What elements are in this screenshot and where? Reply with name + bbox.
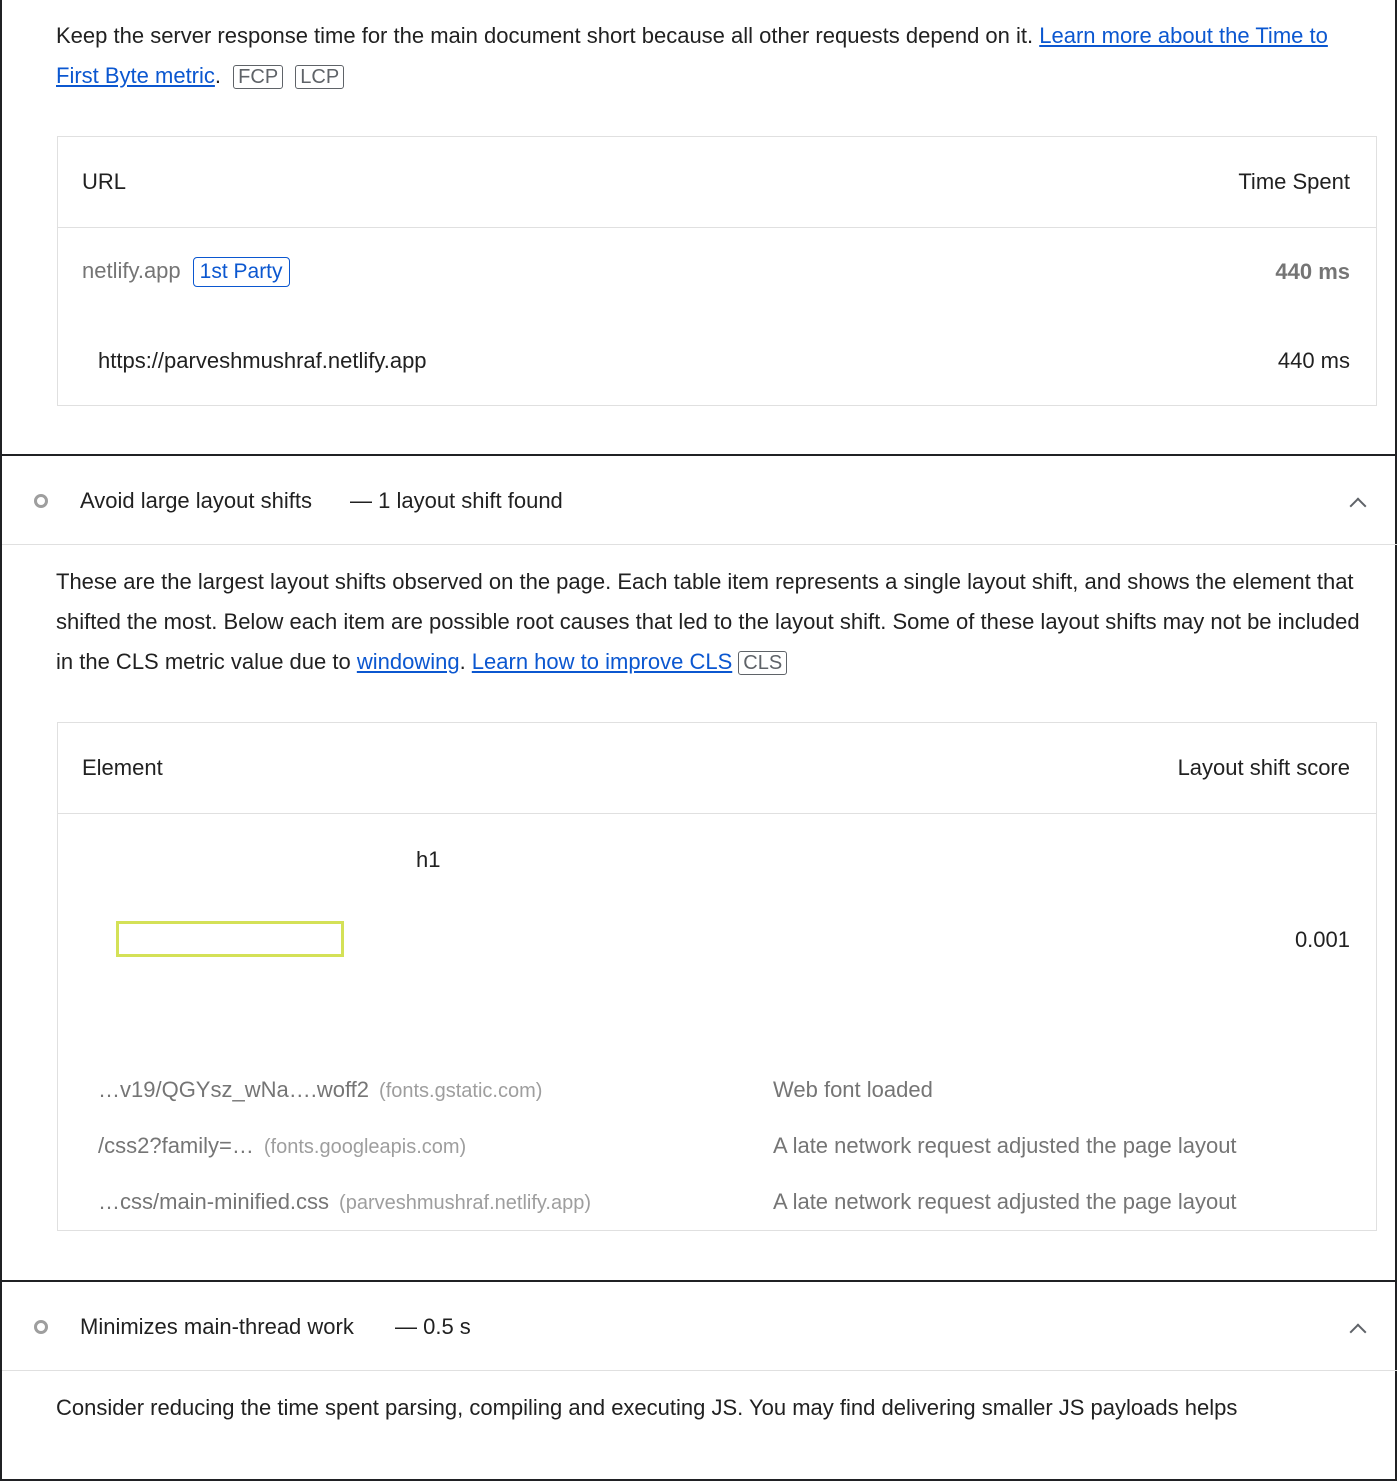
- element-column-header: Element: [82, 755, 163, 780]
- element-node-label: h1: [416, 847, 441, 872]
- cls-header-divider: [2, 544, 1397, 545]
- url-column-header: URL: [82, 169, 127, 194]
- element-screenshot-highlight: [116, 921, 344, 957]
- mainthread-header-divider: [2, 1370, 1397, 1371]
- layout-shift-score: 0.001: [1294, 927, 1350, 952]
- cause-reason: Web font loaded: [773, 1077, 933, 1102]
- ttfb-description: Keep the server response time for the ma…: [56, 16, 1366, 96]
- ttfb-description-text: Keep the server response time for the ma…: [56, 23, 1040, 48]
- cause-url[interactable]: …v19/QGYsz_wNa….woff2 (fonts.gstatic.com): [98, 1077, 542, 1103]
- cls-audit-title: Avoid large layout shifts: [80, 488, 312, 513]
- request-time: 440 ms: [1277, 348, 1350, 373]
- cls-description: These are the largest layout shifts obse…: [56, 562, 1366, 682]
- windowing-link[interactable]: windowing: [357, 649, 460, 674]
- cause-url-text: …css/main-minified.css: [98, 1189, 330, 1214]
- cls-header-row-divider: [58, 813, 1376, 814]
- group-host: netlify.app: [82, 258, 181, 283]
- cause-host: (parveshmushraf.netlify.app): [339, 1192, 592, 1214]
- cls-audit-display-value: — 1 layout shift found: [350, 488, 563, 513]
- mainthread-audit: Minimizes main-thread work — 0.5 s Consi…: [0, 1282, 1397, 1481]
- root-cause-row: /css2?family=… (fonts.googleapis.com) A l…: [98, 1133, 1358, 1163]
- fcp-tag: FCP: [233, 65, 284, 89]
- cls-period: .: [459, 649, 472, 674]
- informative-circle-icon: [34, 494, 48, 508]
- cause-host: (fonts.gstatic.com): [379, 1080, 543, 1102]
- time-spent-column-header: Time Spent: [1238, 169, 1350, 194]
- mainthread-audit-display-value: — 0.5 s: [395, 1314, 471, 1339]
- cls-table: Element Layout shift score h1 0.001 …v19…: [57, 722, 1377, 1231]
- header-divider: [58, 227, 1376, 228]
- cls-audit-header[interactable]: Avoid large layout shifts — 1 layout shi…: [2, 456, 1397, 546]
- group-time: 440 ms: [1275, 259, 1350, 284]
- root-cause-row: …css/main-minified.css (parveshmushraf.ne…: [98, 1189, 1358, 1219]
- root-cause-row: …v19/QGYsz_wNa….woff2 (fonts.gstatic.com)…: [98, 1077, 1358, 1107]
- mainthread-audit-title: Minimizes main-thread work: [80, 1314, 354, 1339]
- cause-reason: A late network request adjusted the page…: [773, 1189, 1237, 1214]
- informative-circle-icon: [34, 1320, 48, 1334]
- layout-shift-score-column-header: Layout shift score: [1177, 755, 1350, 780]
- ttfb-period: .: [214, 63, 222, 88]
- improve-cls-link[interactable]: Learn how to improve CLS: [472, 649, 732, 674]
- ttfb-table: URL Time Spent netlify.app 1st Party 440 …: [57, 136, 1377, 406]
- mainthread-description: Consider reducing the time spent parsing…: [56, 1395, 1238, 1420]
- ttfb-audit-body: Keep the server response time for the ma…: [0, 0, 1397, 455]
- cause-reason: A late network request adjusted the page…: [773, 1133, 1237, 1158]
- cls-audit: Avoid large layout shifts — 1 layout shi…: [0, 456, 1397, 1281]
- cls-tag: CLS: [738, 651, 788, 675]
- chevron-up-icon[interactable]: [1349, 1323, 1367, 1341]
- cause-url-text: /css2?family=…: [98, 1133, 254, 1158]
- mainthread-audit-header[interactable]: Minimizes main-thread work — 0.5 s: [2, 1282, 1397, 1372]
- lcp-tag: LCP: [295, 65, 345, 89]
- cause-host: (fonts.googleapis.com): [263, 1136, 467, 1158]
- request-url[interactable]: https://parveshmushraf.netlify.app: [98, 348, 427, 374]
- first-party-badge: 1st Party: [192, 257, 290, 287]
- cause-url[interactable]: /css2?family=… (fonts.googleapis.com): [98, 1133, 466, 1159]
- cause-url-text: …v19/QGYsz_wNa….woff2: [98, 1077, 370, 1102]
- chevron-up-icon[interactable]: [1349, 497, 1367, 515]
- group-row: netlify.app 1st Party: [82, 257, 290, 287]
- cause-url[interactable]: …css/main-minified.css (parveshmushraf.ne…: [98, 1189, 591, 1215]
